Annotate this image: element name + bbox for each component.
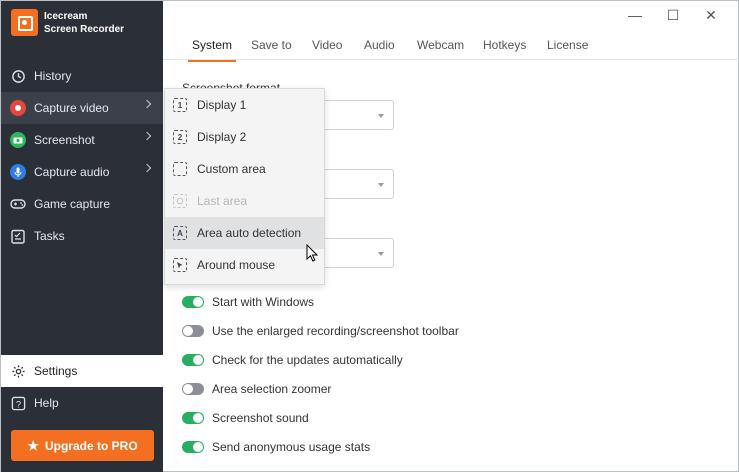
menu-item-label: Custom area (197, 162, 266, 176)
brand: Icecream Screen Recorder (11, 9, 124, 36)
chevron-right-icon (142, 99, 152, 109)
sidebar-item-capture-audio[interactable]: Capture audio (1, 156, 163, 188)
toggle-switch[interactable] (182, 411, 204, 424)
sidebar-bottom: Settings ? Help (1, 355, 163, 419)
toggle-row-screenshot-sound: Screenshot sound (182, 403, 459, 432)
menu-item-label: Last area (197, 194, 248, 208)
settings-tabs: System Save to Video Audio Webcam Hotkey… (163, 31, 739, 62)
toggle-label: Send anonymous usage stats (212, 439, 371, 454)
display-2-icon: 2 (173, 130, 187, 144)
toggle-row-enlarged-toolbar: Use the enlarged recording/screenshot to… (182, 316, 459, 345)
tab-license[interactable]: License (547, 38, 588, 52)
sidebar-item-screenshot[interactable]: Screenshot (1, 124, 163, 156)
sidebar-item-history[interactable]: History (1, 60, 163, 92)
display-1-icon: 1 (173, 98, 187, 112)
menu-item-label: Area auto detection (197, 226, 302, 240)
sidebar-item-game-capture[interactable]: Game capture (1, 188, 163, 220)
tab-webcam[interactable]: Webcam (417, 38, 464, 52)
sidebar-item-label: Capture video (34, 101, 109, 115)
menu-item-label: Display 1 (197, 98, 247, 112)
sidebar-nav: History Capture video Screenshot Capture… (1, 60, 163, 252)
chevron-right-icon (142, 163, 152, 173)
svg-text:?: ? (15, 399, 20, 409)
toggle-row-check-updates: Check for the updates automatically (182, 345, 459, 374)
upgrade-to-pro-button[interactable]: ★ Upgrade to PRO (11, 430, 154, 461)
toggle-switch[interactable] (182, 440, 204, 453)
sidebar-item-tasks[interactable]: Tasks (1, 220, 163, 252)
brand-name: Icecream Screen Recorder (44, 10, 124, 36)
toggle-label: Check for the updates automatically (212, 352, 403, 367)
upgrade-label: Upgrade to PRO (44, 438, 138, 453)
toggle-label: Use the enlarged recording/screenshot to… (212, 323, 459, 338)
toggle-label: Screenshot sound (212, 410, 309, 425)
tasks-icon (10, 228, 26, 244)
menu-item-around-mouse[interactable]: Around mouse (165, 249, 324, 281)
sidebar-item-label: Screenshot (34, 133, 95, 147)
close-icon[interactable]: ✕ (692, 6, 730, 24)
capture-video-menu: 1 Display 1 2 Display 2 Custom area Last… (164, 88, 325, 285)
sidebar-item-help[interactable]: ? Help (1, 387, 163, 419)
history-icon (10, 68, 26, 84)
tab-hotkeys[interactable]: Hotkeys (483, 38, 526, 52)
sidebar-item-label: History (34, 69, 72, 83)
camera-icon (10, 132, 26, 148)
tab-save-to[interactable]: Save to (251, 38, 292, 52)
caret-down-icon (378, 183, 384, 187)
sidebar-item-label: Game capture (34, 197, 111, 211)
gamepad-icon (10, 196, 26, 212)
toggle-row-selection-zoomer: Area selection zoomer (182, 374, 459, 403)
brand-line2: Screen Recorder (44, 23, 125, 35)
menu-item-display-1[interactable]: 1 Display 1 (165, 89, 324, 121)
tab-video[interactable]: Video (312, 38, 342, 52)
brand-line1: Icecream (44, 10, 88, 22)
minimize-icon[interactable]: — (616, 6, 654, 24)
sidebar: Icecream Screen Recorder History Capture… (1, 1, 163, 472)
menu-item-label: Display 2 (197, 130, 247, 144)
help-icon: ? (10, 395, 26, 411)
around-mouse-icon (173, 258, 187, 272)
toggle-label: Area selection zoomer (212, 381, 332, 396)
sidebar-item-settings[interactable]: Settings (1, 355, 163, 387)
window-controls: — ☐ ✕ (616, 6, 730, 24)
menu-item-custom-area[interactable]: Custom area (165, 153, 324, 185)
toggle-switch[interactable] (182, 382, 204, 395)
star-icon: ★ (27, 437, 39, 453)
toggle-switch[interactable] (182, 353, 204, 366)
sidebar-item-label: Tasks (34, 229, 65, 243)
microphone-icon (10, 164, 26, 180)
mouse-cursor-icon (306, 244, 318, 262)
chevron-right-icon (142, 131, 152, 141)
app-window: Icecream Screen Recorder History Capture… (0, 0, 739, 472)
sidebar-item-label: Settings (34, 364, 78, 378)
gear-icon (10, 363, 26, 379)
tab-system[interactable]: System (187, 38, 237, 62)
record-icon (10, 100, 26, 116)
toggle-label: Start with Windows (212, 294, 315, 309)
maximize-icon[interactable]: ☐ (654, 6, 692, 24)
toggle-switch[interactable] (182, 295, 204, 308)
caret-down-icon (378, 252, 384, 256)
toggle-switch[interactable] (182, 324, 204, 337)
menu-item-last-area: Last area (165, 185, 324, 217)
menu-item-display-2[interactable]: 2 Display 2 (165, 121, 324, 153)
tab-audio[interactable]: Audio (364, 38, 395, 52)
menu-item-area-auto-detection[interactable]: A Area auto detection (165, 217, 324, 249)
auto-detection-icon: A (173, 226, 187, 240)
menu-item-label: Around mouse (197, 258, 276, 272)
sidebar-item-label: Help (34, 396, 59, 410)
toggle-row-usage-stats: Send anonymous usage stats (182, 432, 459, 461)
app-logo-icon (11, 9, 38, 36)
caret-down-icon (378, 114, 384, 118)
last-area-icon (173, 194, 187, 208)
sidebar-item-label: Capture audio (34, 165, 110, 179)
sidebar-item-capture-video[interactable]: Capture video (1, 92, 163, 124)
custom-area-icon (173, 162, 187, 176)
toggle-row-start-with-windows: Start with Windows (182, 287, 459, 316)
toggle-list: Start with Windows Use the enlarged reco… (182, 287, 459, 461)
